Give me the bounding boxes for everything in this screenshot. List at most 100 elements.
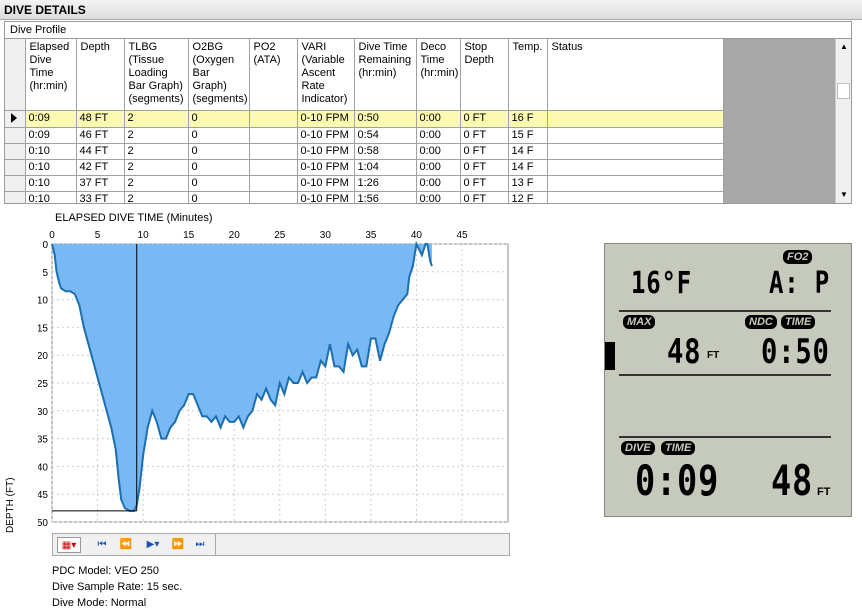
table-cell[interactable] [547, 110, 724, 128]
table-cell[interactable]: 1:26 [354, 175, 417, 192]
table-cell[interactable] [547, 191, 724, 203]
table-cell[interactable]: 12 F [508, 191, 548, 203]
previous-frame-button[interactable]: ⏪ [117, 537, 135, 553]
table-cell[interactable]: 2 [124, 175, 189, 192]
table-cell[interactable]: 0-10 FPM [297, 110, 355, 128]
row-selector[interactable] [5, 191, 26, 203]
table-row[interactable]: 0:10 44 FT 2 0 0-10 FPM 0:58 0:00 0 FT 14 F [5, 143, 724, 160]
table-cell[interactable]: 0:00 [416, 110, 461, 128]
table-cell[interactable]: 0 [188, 143, 250, 160]
table-cell[interactable]: 13 F [508, 175, 548, 192]
table-cell[interactable]: 0:10 [25, 159, 77, 176]
table-cell[interactable]: 0:09 [25, 110, 77, 128]
grid-vertical-scrollbar[interactable]: ▲ ▼ [835, 39, 851, 203]
column-header[interactable]: Temp. [508, 39, 548, 111]
scroll-up-arrow-icon[interactable]: ▲ [838, 41, 850, 53]
column-header[interactable]: Status [547, 39, 724, 111]
column-header[interactable]: PO2 (ATA) [249, 39, 298, 111]
table-cell[interactable]: 0 FT [460, 110, 509, 128]
table-row[interactable]: 0:09 48 FT 2 0 0-10 FPM 0:50 0:00 0 FT 16 F [5, 110, 724, 128]
table-cell[interactable]: 0 FT [460, 127, 509, 144]
last-frame-button[interactable]: ⏭ [191, 537, 209, 553]
table-cell[interactable]: 0:10 [25, 175, 77, 192]
table-row[interactable]: 0:10 33 FT 2 0 0-10 FPM 1:56 0:00 0 FT 12 F [5, 191, 724, 203]
table-cell[interactable]: 0 FT [460, 191, 509, 203]
color-picker-button[interactable]: ▦▾ [57, 537, 81, 553]
table-cell[interactable]: 0:58 [354, 143, 417, 160]
table-cell[interactable]: 2 [124, 191, 189, 203]
table-cell[interactable]: 15 F [508, 127, 548, 144]
dive-profile-chart[interactable]: 0 5 10 15 20 25 30 35 40 45 0 5 10 15 20 25 30 35 40 45 50 [38, 226, 518, 536]
table-cell[interactable]: 0-10 FPM [297, 127, 355, 144]
table-cell[interactable]: 44 FT [76, 143, 125, 160]
row-selector[interactable] [5, 110, 26, 128]
table-cell[interactable]: 0 FT [460, 159, 509, 176]
table-cell[interactable]: 0 [188, 191, 250, 203]
dive-profile-grid[interactable]: Elapsed Dive Time (hr:min) Depth TLBG (Tis… [4, 38, 852, 204]
table-cell[interactable]: 0:00 [416, 143, 461, 160]
table-cell[interactable] [249, 191, 298, 203]
table-cell[interactable]: 42 FT [76, 159, 125, 176]
table-cell[interactable]: 0-10 FPM [297, 143, 355, 160]
table-cell[interactable] [249, 127, 298, 144]
table-cell[interactable]: 0:00 [416, 175, 461, 192]
table-cell[interactable]: 0:00 [416, 159, 461, 176]
scroll-down-arrow-icon[interactable]: ▼ [838, 189, 850, 201]
table-cell[interactable]: 0-10 FPM [297, 191, 355, 203]
table-cell[interactable] [547, 159, 724, 176]
table-cell[interactable]: 2 [124, 127, 189, 144]
table-cell[interactable] [249, 143, 298, 160]
table-cell[interactable]: 16 F [508, 110, 548, 128]
table-cell[interactable]: 0 FT [460, 143, 509, 160]
table-cell[interactable] [547, 175, 724, 192]
table-cell[interactable]: 1:56 [354, 191, 417, 203]
next-frame-button[interactable]: ⏩ [169, 537, 187, 553]
table-cell[interactable] [249, 110, 298, 128]
table-cell[interactable]: 0:50 [354, 110, 417, 128]
table-cell[interactable]: 2 [124, 159, 189, 176]
table-cell[interactable]: 0 [188, 110, 250, 128]
row-selector[interactable] [5, 127, 26, 144]
table-row[interactable]: 0:10 37 FT 2 0 0-10 FPM 1:26 0:00 0 FT 13 F [5, 175, 724, 192]
table-cell[interactable]: 0 [188, 159, 250, 176]
table-cell[interactable]: 0:00 [416, 127, 461, 144]
table-cell[interactable]: 33 FT [76, 191, 125, 203]
row-selector[interactable] [5, 159, 26, 176]
table-cell[interactable]: 0-10 FPM [297, 175, 355, 192]
table-cell[interactable]: 37 FT [76, 175, 125, 192]
play-button[interactable]: ▶▾ [141, 537, 165, 553]
scroll-thumb[interactable] [837, 83, 850, 99]
table-cell[interactable]: 0:00 [416, 191, 461, 203]
table-cell[interactable]: 2 [124, 110, 189, 128]
table-cell[interactable]: 0:10 [25, 143, 77, 160]
table-cell[interactable]: 0 [188, 127, 250, 144]
table-cell[interactable]: 1:04 [354, 159, 417, 176]
row-selector[interactable] [5, 143, 26, 160]
row-selector[interactable] [5, 175, 26, 192]
table-cell[interactable]: 46 FT [76, 127, 125, 144]
table-cell[interactable] [547, 127, 724, 144]
table-cell[interactable]: 0 [188, 175, 250, 192]
column-header[interactable]: Depth [76, 39, 125, 111]
table-cell[interactable] [547, 143, 724, 160]
table-cell[interactable]: 0:54 [354, 127, 417, 144]
first-frame-button[interactable]: ⏮ [93, 537, 111, 553]
column-header[interactable]: Stop Depth [460, 39, 509, 111]
table-row[interactable]: 0:09 46 FT 2 0 0-10 FPM 0:54 0:00 0 FT 15 F [5, 127, 724, 144]
column-header[interactable]: Elapsed Dive Time (hr:min) [25, 39, 77, 111]
table-cell[interactable] [249, 175, 298, 192]
column-header[interactable]: O2BG (Oxygen Bar Graph) (segments) [188, 39, 250, 111]
table-cell[interactable]: 0-10 FPM [297, 159, 355, 176]
table-cell[interactable]: 48 FT [76, 110, 125, 128]
table-cell[interactable]: 0:09 [25, 127, 77, 144]
table-cell[interactable] [249, 159, 298, 176]
table-cell[interactable]: 0 FT [460, 175, 509, 192]
table-cell[interactable]: 0:10 [25, 191, 77, 203]
column-header[interactable]: Deco Time (hr:min) [416, 39, 461, 111]
table-cell[interactable]: 2 [124, 143, 189, 160]
column-header[interactable]: TLBG (Tissue Loading Bar Graph) (segment… [124, 39, 189, 111]
table-cell[interactable]: 14 F [508, 159, 548, 176]
column-header[interactable]: Dive Time Remaining (hr:min) [354, 39, 417, 111]
column-header[interactable]: VARI (Variable Ascent Rate Indicator) [297, 39, 355, 111]
table-cell[interactable]: 14 F [508, 143, 548, 160]
